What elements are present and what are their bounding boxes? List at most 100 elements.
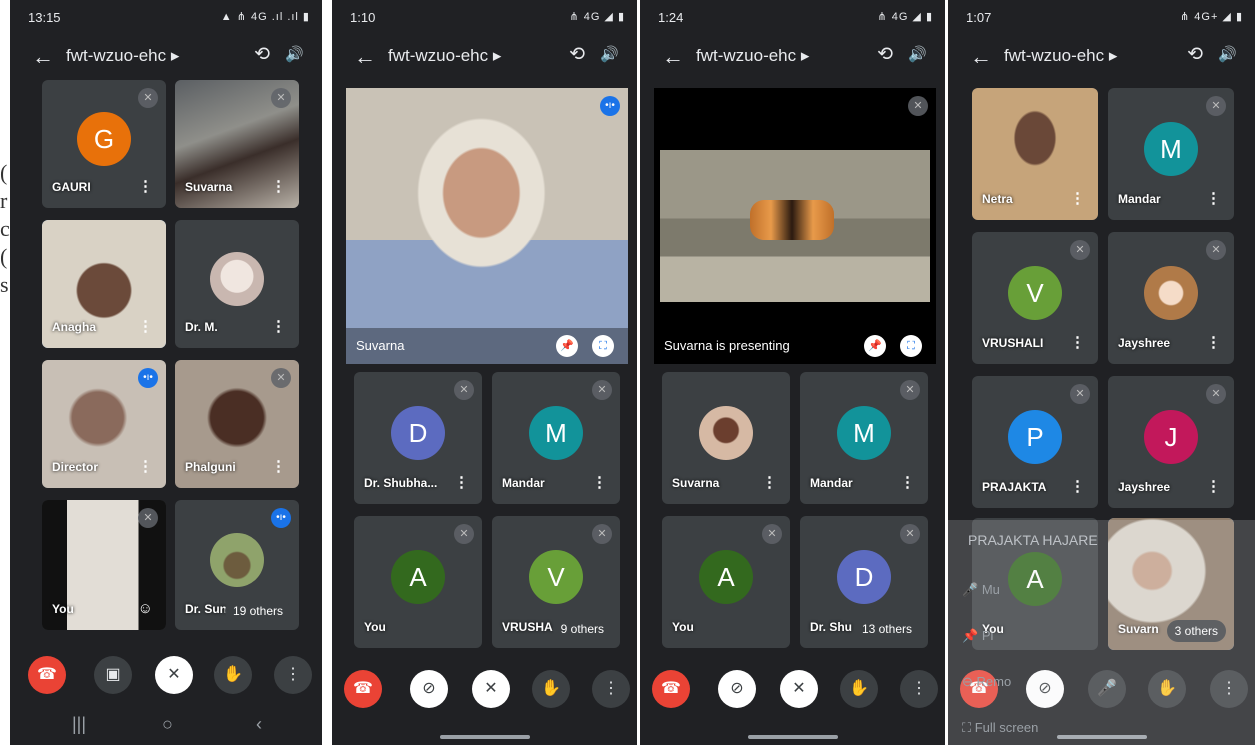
more-options-icon[interactable]: ⋮ [1206,189,1221,207]
gesture-bar[interactable] [439,735,530,739]
participant-tile[interactable]: ✕ V VRUSHALI ⋮ [972,232,1098,364]
camera-button[interactable]: ▣ [94,656,132,694]
back-arrow-icon[interactable]: ← [32,44,54,70]
more-options-icon[interactable]: ⋮ [138,317,153,335]
effects-icon[interactable]: ☺ [138,600,153,617]
more-options-icon[interactable]: ⋮ [1206,477,1221,495]
end-call-button[interactable]: ☎ [28,656,66,694]
meeting-title[interactable]: fwt-wzuo-ehc ▸ [696,46,809,66]
more-options-button[interactable]: ⋮ [900,670,938,708]
home-icon[interactable]: ○ [162,714,173,735]
participant-tile[interactable]: ✕ A You [662,516,790,648]
mic-off-icon: ✕ [271,88,291,108]
participant-tile[interactable]: ✕ P PRAJAKTA ⋮ [972,376,1098,508]
mic-off-button[interactable]: ✕ [780,670,818,708]
meeting-title[interactable]: fwt-wzuo-ehc ▸ [66,46,179,66]
main-speaker-tile[interactable]: •ı• Suvarna 📌 ⛶ [346,88,628,364]
participant-tile[interactable]: ✕ A You [354,516,482,648]
more-options-icon[interactable]: ⋮ [271,177,286,195]
more-options-button[interactable]: ⋮ [592,670,630,708]
participant-tile[interactable]: ✕ D Dr. Shubha... ⋮ [354,372,482,504]
more-options-icon[interactable]: ⋮ [1070,477,1085,495]
back-arrow-icon[interactable]: ← [970,44,992,70]
more-options-icon[interactable]: ⋮ [1070,333,1085,351]
status-icons: ⋔ 4G ◢ ▮ [569,11,625,23]
participant-tile[interactable]: Dr. M. ⋮ [175,220,299,348]
speaker-icon[interactable]: 🔊 [1218,45,1237,63]
raise-hand-button[interactable]: ✋ [532,670,570,708]
participant-tile[interactable]: ✕ D Dr. Shu 13 others [800,516,928,648]
back-arrow-icon[interactable]: ← [662,44,684,70]
gesture-bar[interactable] [747,735,838,739]
meeting-code: fwt-wzuo-ehc [1004,46,1105,65]
more-options-icon[interactable]: ⋮ [271,317,286,335]
participant-tile[interactable]: ✕ You ☺ [42,500,166,630]
raise-hand-button[interactable]: ✋ [214,656,252,694]
more-options-button[interactable]: ⋮ [274,656,312,694]
back-arrow-icon[interactable]: ← [354,44,376,70]
more-options-icon[interactable]: ⋮ [454,473,469,491]
more-options-icon[interactable]: ⋮ [1070,189,1085,207]
participant-tile[interactable]: ✕ Suvarna ⋮ [175,80,299,208]
participant-tile[interactable]: ✕ M Mandar ⋮ [492,372,620,504]
meeting-header: ← fwt-wzuo-ehc ▸ ⟲ 🔊 [10,38,322,78]
participant-tile[interactable]: ✕ M Mandar ⋮ [1108,88,1234,220]
more-options-icon[interactable]: ⋮ [592,473,607,491]
tile-footer: Suvarna is presenting 📌 ⛶ [654,328,936,364]
mic-off-button[interactable]: ✕ [155,656,193,694]
meeting-code: fwt-wzuo-ehc [388,46,489,65]
others-count-badge[interactable]: 13 others [853,618,920,640]
presentation-tile[interactable]: ✕ Suvarna is presenting 📌 ⛶ [654,88,936,364]
participant-tile[interactable]: ✕ Jayshree ⋮ [1108,232,1234,364]
fullscreen-icon[interactable]: ⛶ [900,335,922,357]
end-call-button[interactable]: ☎ [652,670,690,708]
more-options-icon[interactable]: ⋮ [900,473,915,491]
more-options-icon[interactable]: ⋮ [1206,333,1221,351]
raise-hand-button[interactable]: ✋ [840,670,878,708]
more-options-icon[interactable]: ⋮ [271,457,286,475]
camera-off-button[interactable]: ⊘ [410,670,448,708]
mic-off-button[interactable]: ✕ [472,670,510,708]
participant-name: Mandar [810,476,853,490]
participant-tile[interactable]: ✕ J Jayshree ⋮ [1108,376,1234,508]
more-options-icon[interactable]: ⋮ [138,177,153,195]
participant-tile[interactable]: ✕ V VRUSHA 9 others [492,516,620,648]
menu-item-fullscreen[interactable]: ⛶ Full screen [962,720,1038,736]
menu-item-mute[interactable]: 🎤 Mu [962,582,1000,598]
switch-camera-icon[interactable]: ⟲ [569,43,585,66]
participant-tile[interactable]: Anagha ⋮ [42,220,166,348]
recents-icon[interactable]: ||| [72,714,86,735]
status-time: 1:07 [966,10,992,25]
participant-tile[interactable]: Netra ⋮ [972,88,1098,220]
participant-tile[interactable]: •ı• Director ⋮ [42,360,166,488]
pin-icon[interactable]: 📌 [556,335,578,357]
end-call-button[interactable]: ☎ [344,670,382,708]
participant-tile[interactable]: ✕ G GAURI ⋮ [42,80,166,208]
participant-tile[interactable]: Suvarna ⋮ [662,372,790,504]
switch-camera-icon[interactable]: ⟲ [877,43,893,66]
mic-off-icon: ✕ [1070,240,1090,260]
menu-item-remove[interactable]: ⊖ Remo [962,674,1011,690]
speaker-icon[interactable]: 🔊 [285,45,304,63]
speaking-indicator-icon: •ı• [600,96,620,116]
participant-tile[interactable]: ✕ M Mandar ⋮ [800,372,928,504]
avatar: M [529,406,583,460]
speaker-icon[interactable]: 🔊 [600,45,619,63]
participant-tile[interactable]: •ı• Dr. Sun 19 others [175,500,299,630]
menu-item-pin[interactable]: 📌 Pi [962,628,993,644]
meeting-title[interactable]: fwt-wzuo-ehc ▸ [1004,46,1117,66]
meeting-title[interactable]: fwt-wzuo-ehc ▸ [388,46,501,66]
fullscreen-icon[interactable]: ⛶ [592,335,614,357]
more-options-icon[interactable]: ⋮ [762,473,777,491]
participant-name: You [672,620,694,634]
others-count-badge[interactable]: 19 others [224,600,291,622]
participant-tile[interactable]: ✕ Phalguni ⋮ [175,360,299,488]
switch-camera-icon[interactable]: ⟲ [254,43,270,66]
others-count-badge[interactable]: 9 others [552,618,612,640]
switch-camera-icon[interactable]: ⟲ [1187,43,1203,66]
speaker-icon[interactable]: 🔊 [908,45,927,63]
camera-off-button[interactable]: ⊘ [718,670,756,708]
back-nav-icon[interactable]: ‹ [256,714,262,735]
pin-icon[interactable]: 📌 [864,335,886,357]
more-options-icon[interactable]: ⋮ [138,457,153,475]
